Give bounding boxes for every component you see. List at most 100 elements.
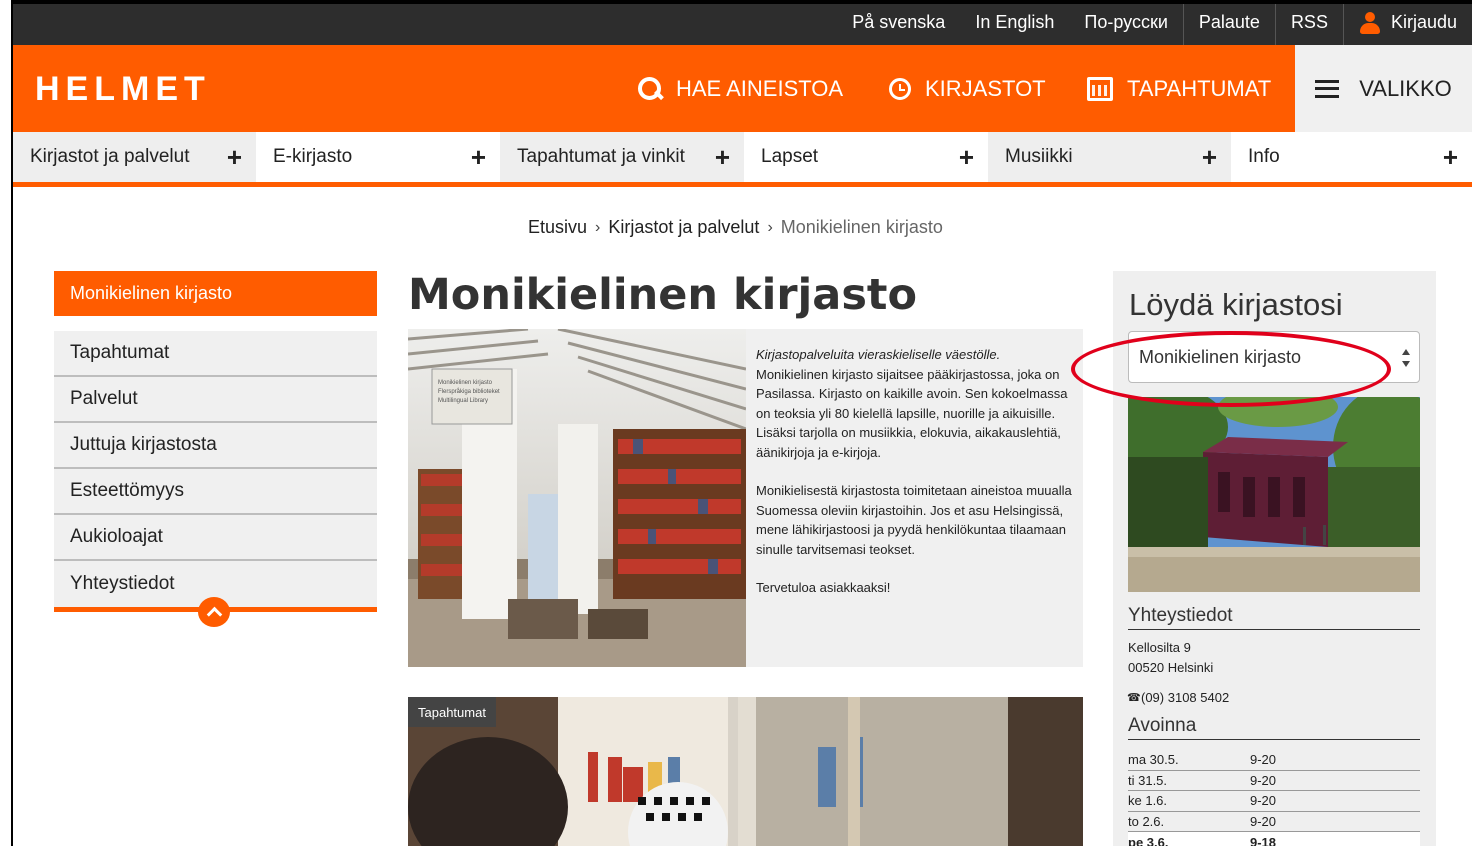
hours-time: 9-20 — [1250, 772, 1277, 788]
plus-icon[interactable]: + — [715, 142, 730, 173]
hours-time: 9-20 — [1250, 752, 1277, 768]
plus-icon[interactable]: + — [1202, 142, 1217, 173]
category-label: Tapahtumat ja vinkit — [517, 146, 685, 167]
hours-day: to 2.6. — [1128, 813, 1165, 829]
library-building-photo — [1128, 397, 1420, 592]
event-card[interactable]: Tapahtumat — [408, 697, 1083, 846]
search-icon — [638, 76, 662, 101]
select-arrows-icon — [1402, 349, 1410, 367]
library-interior-photo: Monikielinen kirjasto Flerspråkiga bibli… — [408, 329, 746, 667]
category-label: Musiikki — [1005, 146, 1073, 167]
menu-button[interactable]: VALIKKO — [1295, 45, 1472, 132]
clock-icon — [889, 77, 911, 100]
category-lapset[interactable]: Lapset + — [744, 132, 988, 182]
top-utility-bar: På svenska In English По-русски Palaute … — [13, 0, 1472, 45]
sidebar-collapse-button[interactable] — [198, 597, 230, 627]
category-label: Lapset — [761, 146, 819, 167]
libraries-nav-button[interactable]: KIRJASTOT — [889, 45, 1046, 132]
category-kirjastot[interactable]: Kirjastot ja palvelut + — [13, 132, 256, 182]
plus-icon[interactable]: + — [1443, 142, 1458, 173]
hours-day: ke 1.6. — [1128, 793, 1168, 809]
intro-paragraph-1: Monikielinen kirjasto sijaitsee pääkirja… — [756, 366, 1068, 460]
lang-english-link[interactable]: In English — [960, 0, 1069, 45]
hours-day: pe 3.6. — [1128, 834, 1169, 846]
feedback-link[interactable]: Palaute — [1182, 0, 1275, 45]
hours-row: ke 1.6. 9-20 — [1128, 791, 1420, 812]
category-musiikki[interactable]: Musiikki + — [988, 132, 1231, 182]
events-nav-label: TAPAHTUMAT — [1127, 75, 1272, 101]
page-title: Monikielinen kirjasto — [408, 270, 918, 320]
intro-card: Monikielinen kirjasto Flerspråkiga bibli… — [408, 329, 1083, 667]
contact-heading: Yhteystiedot — [1128, 605, 1420, 630]
hours-time: 9-18 — [1250, 834, 1277, 846]
breadcrumb-home-link[interactable]: Etusivu — [528, 217, 587, 238]
sidebar-item-tapahtumat[interactable]: Tapahtumat — [54, 331, 377, 377]
plus-icon[interactable]: + — [227, 142, 242, 173]
breadcrumb-separator: › — [767, 218, 773, 236]
sidebar-item-aukioloajat[interactable]: Aukioloajat — [54, 515, 377, 561]
hours-day: ma 30.5. — [1128, 752, 1179, 768]
events-nav-button[interactable]: TAPAHTUMAT — [1087, 45, 1271, 132]
breadcrumb-current: Monikielinen kirjasto — [780, 217, 943, 237]
hours-row: ma 30.5. 9-20 — [1128, 750, 1420, 771]
intro-text: Kirjastopalveluita vieraskieliselle väes… — [756, 345, 1074, 617]
phone-row[interactable]: (09) 3108 5402 — [1127, 688, 1230, 708]
event-photo — [408, 697, 1083, 846]
svg-text:Monikielinen kirjasto: Monikielinen kirjasto — [438, 380, 493, 386]
hours-day: ti 31.5. — [1128, 772, 1168, 788]
login-link[interactable]: Kirjaudu — [1342, 0, 1472, 45]
menu-label: VALIKKO — [1359, 75, 1452, 101]
hours-time: 9-20 — [1250, 813, 1277, 829]
lang-swedish-link[interactable]: På svenska — [837, 0, 960, 45]
search-nav-label: HAE AINEISTOA — [676, 75, 844, 101]
intro-paragraph-2: Monikielisestä kirjastosta toimitetaan a… — [756, 483, 1072, 557]
helmet-logo[interactable]: HELMET — [35, 70, 211, 109]
hours-row: to 2.6. 9-20 — [1128, 812, 1420, 832]
annotation-highlight-ellipse — [1071, 331, 1391, 407]
phone-icon — [1127, 688, 1141, 708]
plus-icon[interactable]: + — [471, 142, 486, 173]
svg-text:Multilingual Library: Multilingual Library — [438, 398, 488, 404]
category-bar: Kirjastot ja palvelut + E-kirjasto + Tap… — [13, 132, 1472, 187]
login-label: Kirjaudu — [1390, 12, 1457, 32]
hours-time: 9-20 — [1250, 793, 1277, 809]
hamburger-icon — [1315, 79, 1340, 98]
category-label: Info — [1248, 146, 1280, 167]
chevron-up-icon — [206, 606, 222, 623]
breadcrumb-separator: › — [595, 218, 601, 236]
main-header: HELMET HAE AINEISTOA KIRJASTOT TAPAHTUMA… — [13, 45, 1472, 132]
hours-heading: Avoinna — [1128, 715, 1420, 740]
sidebar-item-esteettomyys[interactable]: Esteettömyys — [54, 469, 377, 515]
user-icon — [1359, 11, 1381, 34]
search-nav-button[interactable]: HAE AINEISTOA — [638, 45, 843, 132]
category-e-kirjasto[interactable]: E-kirjasto + — [256, 132, 500, 182]
sidebar-item-palvelut[interactable]: Palvelut — [54, 377, 377, 423]
category-tapahtumat[interactable]: Tapahtumat ja vinkit + — [500, 132, 744, 182]
intro-paragraph-3: Tervetuloa asiakkaaksi! — [756, 580, 891, 595]
plus-icon[interactable]: + — [959, 142, 974, 173]
svg-text:Flerspråkiga biblioteket: Flerspråkiga biblioteket — [438, 388, 500, 395]
phone-number: (09) 3108 5402 — [1141, 690, 1230, 705]
window-frame-left — [0, 0, 13, 846]
sidebar-item-juttuja[interactable]: Juttuja kirjastosta — [54, 423, 377, 469]
rss-link[interactable]: RSS — [1274, 0, 1343, 45]
category-info[interactable]: Info + — [1231, 132, 1472, 182]
address-line-1: Kellosilta 9 — [1128, 640, 1191, 655]
lang-russian-link[interactable]: По-русски — [1069, 0, 1182, 45]
address-line-2: 00520 Helsinki — [1128, 660, 1214, 675]
intro-italic-lead: Kirjastopalveluita vieraskieliselle väes… — [756, 347, 1001, 362]
address: Kellosilta 9 00520 Helsinki — [1128, 638, 1213, 678]
libraries-nav-label: KIRJASTOT — [925, 75, 1046, 101]
opening-hours-table: ma 30.5. 9-20 ti 31.5. 9-20 ke 1.6. 9-20 to… — [1128, 750, 1420, 846]
sidebar-active-item[interactable]: Monikielinen kirjasto — [54, 271, 377, 316]
category-label: E-kirjasto — [273, 146, 353, 167]
calendar-icon — [1087, 76, 1113, 101]
hours-row: ti 31.5. 9-20 — [1128, 771, 1420, 791]
finder-title: Löydä kirjastosi — [1129, 287, 1343, 322]
breadcrumb: Etusivu › Kirjastot ja palvelut › Moniki… — [528, 217, 943, 238]
hours-row-today: pe 3.6. 9-18 — [1128, 832, 1420, 846]
sidebar-menu: Tapahtumat Palvelut Juttuja kirjastosta … — [54, 331, 377, 607]
window-frame-top — [0, 0, 1472, 4]
breadcrumb-parent-link[interactable]: Kirjastot ja palvelut — [608, 217, 759, 238]
category-label: Kirjastot ja palvelut — [30, 146, 190, 167]
